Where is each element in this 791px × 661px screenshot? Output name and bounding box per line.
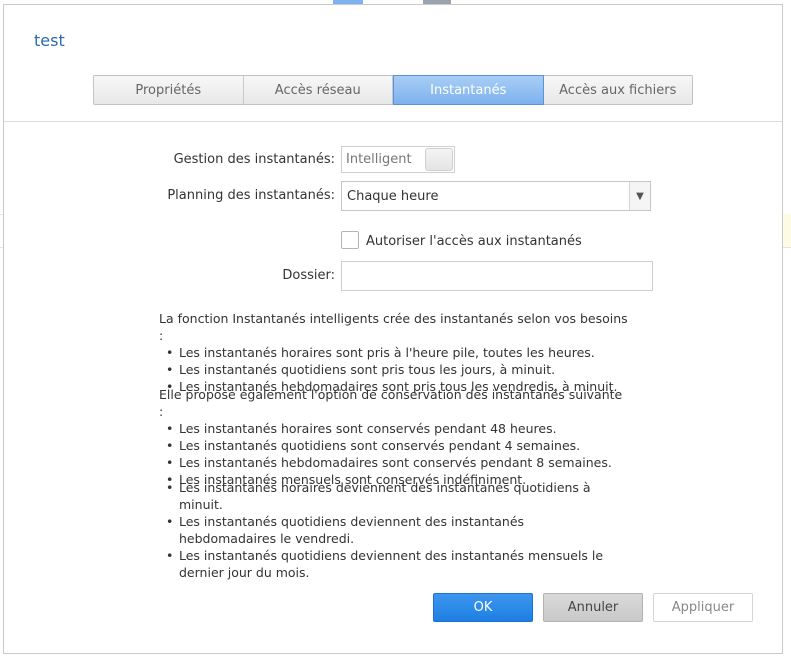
tab-file-access[interactable]: Accès aux fichiers	[544, 76, 693, 104]
allow-snapshot-access-label[interactable]: Autoriser l'accès aux instantanés	[366, 234, 582, 249]
snapshot-schedule-label: Planning des instantanés:	[167, 188, 335, 203]
description-intro: La fonction Instantanés intelligents cré…	[159, 311, 628, 343]
list-item: Les instantanés quotidiens deviennent de…	[159, 513, 619, 547]
background-highlight-row	[783, 214, 791, 247]
retention-intro: Elle propose également l'option de conse…	[159, 387, 623, 419]
tab-properties[interactable]: Propriétés	[94, 76, 244, 104]
list-item: Les instantanés horaires sont conservés …	[159, 420, 629, 437]
tab-snapshots[interactable]: Instantanés	[393, 75, 544, 105]
retention-description: Elle propose également l'option de conse…	[159, 386, 629, 488]
list-item: Les instantanés horaires sont pris à l'h…	[159, 344, 629, 361]
allow-snapshot-access-checkbox[interactable]	[341, 231, 359, 249]
dialog-title: test	[34, 31, 65, 50]
cancel-button[interactable]: Annuler	[543, 593, 643, 622]
list-item: Les instantanés quotidiens sont pris tou…	[159, 361, 629, 378]
share-settings-dialog: test Propriétés Accès réseau Instantanés…	[3, 4, 783, 654]
folder-label: Dossier:	[282, 268, 335, 283]
header-separator	[4, 121, 782, 122]
chevron-down-icon[interactable]: ▼	[629, 182, 650, 210]
snapshot-schedule-value: Chaque heure	[347, 188, 439, 204]
list-item: Les instantanés quotidiens deviennent de…	[159, 547, 619, 581]
snapshot-schedule-select[interactable]: Chaque heure ▼	[341, 181, 651, 211]
list-item: Les instantanés hebdomadaires sont conse…	[159, 454, 629, 471]
snapshot-management-value: Intelligent	[346, 152, 412, 167]
snapshot-management-label: Gestion des instantanés:	[173, 152, 335, 167]
tab-network-access[interactable]: Accès réseau	[244, 76, 393, 104]
folder-input[interactable]	[341, 261, 653, 291]
smart-snapshot-description: La fonction Instantanés intelligents cré…	[159, 310, 629, 395]
promotion-list: Les instantanés horaires deviennent des …	[159, 479, 619, 581]
tab-bar: Propriétés Accès réseau Instantanés Accè…	[93, 75, 693, 105]
promotion-description: Les instantanés horaires deviennent des …	[159, 479, 619, 581]
snapshot-management-toggle[interactable]: Intelligent	[341, 146, 455, 173]
apply-button[interactable]: Appliquer	[653, 593, 753, 622]
list-item: Les instantanés quotidiens sont conservé…	[159, 437, 629, 454]
ok-button[interactable]: OK	[433, 593, 533, 622]
retention-list: Les instantanés horaires sont conservés …	[159, 420, 629, 488]
list-item: Les instantanés horaires deviennent des …	[159, 479, 619, 513]
toggle-knob[interactable]	[425, 148, 453, 171]
